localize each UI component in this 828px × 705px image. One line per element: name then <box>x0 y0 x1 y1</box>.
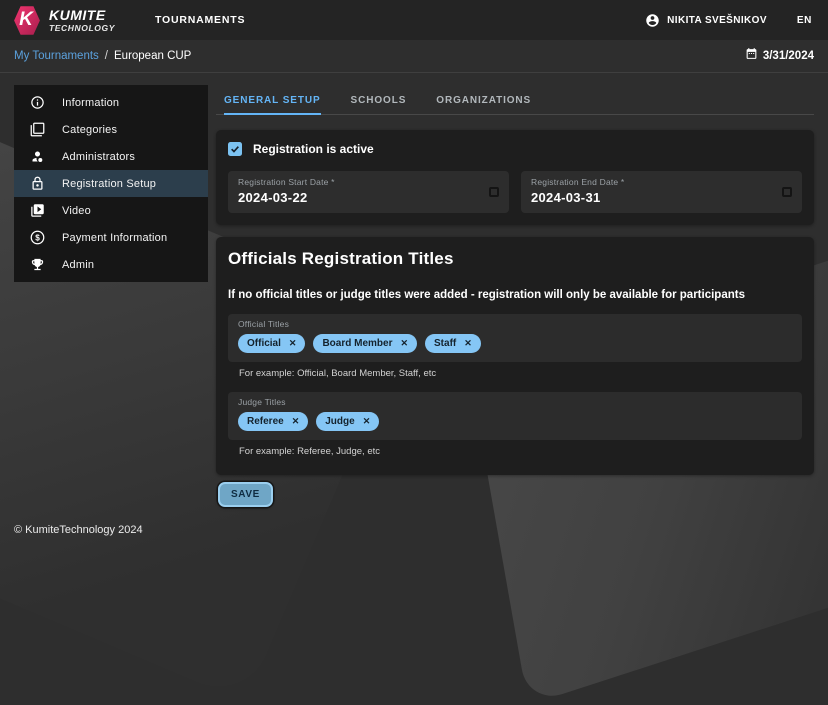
chip-remove-icon[interactable]: ✕ <box>464 339 472 348</box>
chip-staff[interactable]: Staff ✕ <box>425 334 481 353</box>
sidebar-item-administrators[interactable]: Administrators <box>14 143 208 170</box>
tab-general-setup[interactable]: GENERAL SETUP <box>224 85 321 115</box>
sidebar-item-label: Information <box>62 97 119 109</box>
footer-copyright: © KumiteTechnology 2024 <box>14 524 143 536</box>
sidebar-item-label: Video <box>62 205 91 217</box>
official-titles-helper: For example: Official, Board Member, Sta… <box>239 368 802 379</box>
official-titles-label: Official Titles <box>238 319 792 329</box>
date-picker-icon[interactable] <box>489 187 499 197</box>
sidebar-item-label: Admin <box>62 259 94 271</box>
sidebar-item-payment-information[interactable]: $ Payment Information <box>14 224 208 251</box>
chip-official[interactable]: Official ✕ <box>238 334 305 353</box>
brand-hexagon-icon: K <box>13 5 41 36</box>
header-date: 3/31/2024 <box>763 50 814 62</box>
end-date-label: Registration End Date * <box>531 177 792 187</box>
sidebar: Information Categories Administrators Re… <box>14 85 208 282</box>
breadcrumb: My Tournaments / European CUP <box>14 50 191 62</box>
nav-tournaments[interactable]: TOURNAMENTS <box>155 14 245 26</box>
chip-referee[interactable]: Referee ✕ <box>238 412 308 431</box>
avatar-icon <box>645 13 660 28</box>
brand-subtitle: TECHNOLOGY <box>49 24 115 33</box>
registration-active-label: Registration is active <box>253 142 374 156</box>
save-button[interactable]: SAVE <box>218 482 273 507</box>
judge-titles-field[interactable]: Judge Titles Referee ✕ Judge ✕ <box>228 392 802 440</box>
user-menu[interactable]: NIKITA SVEŠNIKOV <box>645 13 767 28</box>
svg-text:$: $ <box>35 233 40 242</box>
start-date-label: Registration Start Date * <box>238 177 499 187</box>
registration-start-date-field[interactable]: Registration Start Date * 2024-03-22 <box>228 171 509 213</box>
main-content: GENERAL SETUP SCHOOLS ORGANIZATIONS Regi… <box>216 85 814 507</box>
sidebar-item-admin[interactable]: Admin <box>14 251 208 278</box>
tab-organizations[interactable]: ORGANIZATIONS <box>436 85 531 115</box>
judge-titles-label: Judge Titles <box>238 397 792 407</box>
categories-icon <box>30 122 45 137</box>
info-icon <box>30 95 45 110</box>
judge-titles-helper: For example: Referee, Judge, etc <box>239 446 802 457</box>
tab-bar: GENERAL SETUP SCHOOLS ORGANIZATIONS <box>216 85 814 115</box>
officials-section-title: Officials Registration Titles <box>228 249 802 269</box>
tournament-date-picker[interactable]: 3/31/2024 <box>745 47 814 65</box>
official-titles-field[interactable]: Official Titles Official ✕ Board Member … <box>228 314 802 362</box>
language-selector[interactable]: EN <box>797 15 812 26</box>
sidebar-item-registration-setup[interactable]: Registration Setup <box>14 170 208 197</box>
brand-logo[interactable]: K KUMITE TECHNOLOGY <box>0 5 115 36</box>
chip-remove-icon[interactable]: ✕ <box>289 339 297 348</box>
chip-remove-icon[interactable]: ✕ <box>400 339 408 348</box>
sidebar-item-label: Categories <box>62 124 117 136</box>
chip-remove-icon[interactable]: ✕ <box>363 417 371 426</box>
registration-active-checkbox[interactable] <box>228 142 242 156</box>
breadcrumb-separator: / <box>105 50 108 62</box>
chip-judge[interactable]: Judge ✕ <box>316 412 379 431</box>
tab-schools[interactable]: SCHOOLS <box>351 85 407 115</box>
sidebar-item-label: Administrators <box>62 151 135 163</box>
sidebar-item-categories[interactable]: Categories <box>14 116 208 143</box>
sidebar-item-label: Payment Information <box>62 232 167 244</box>
sidebar-item-information[interactable]: Information <box>14 89 208 116</box>
chip-board-member[interactable]: Board Member ✕ <box>313 334 417 353</box>
end-date-value: 2024-03-31 <box>531 190 792 205</box>
breadcrumb-my-tournaments[interactable]: My Tournaments <box>14 50 99 62</box>
registration-dates-card: Registration is active Registration Star… <box>216 130 814 225</box>
breadcrumb-bar: My Tournaments / European CUP 3/31/2024 <box>0 40 828 73</box>
chip-remove-icon[interactable]: ✕ <box>292 417 300 426</box>
trophy-icon <box>30 257 45 272</box>
payment-icon: $ <box>30 230 45 245</box>
breadcrumb-current: European CUP <box>114 50 191 62</box>
brand-letter: K <box>13 5 41 36</box>
checkmark-icon <box>230 144 240 154</box>
officials-titles-card: Officials Registration Titles If no offi… <box>216 237 814 475</box>
officials-section-note: If no official titles or judge titles we… <box>228 289 802 301</box>
registration-end-date-field[interactable]: Registration End Date * 2024-03-31 <box>521 171 802 213</box>
lock-icon <box>30 176 45 191</box>
administrators-icon <box>30 149 45 164</box>
date-picker-icon[interactable] <box>782 187 792 197</box>
sidebar-item-label: Registration Setup <box>62 178 156 190</box>
sidebar-item-video[interactable]: Video <box>14 197 208 224</box>
user-name: NIKITA SVEŠNIKOV <box>667 15 767 26</box>
calendar-icon <box>745 47 758 65</box>
video-icon <box>30 203 45 218</box>
app-bar: K KUMITE TECHNOLOGY TOURNAMENTS NIKITA S… <box>0 0 828 40</box>
start-date-value: 2024-03-22 <box>238 190 499 205</box>
brand-name: KUMITE <box>49 8 115 22</box>
